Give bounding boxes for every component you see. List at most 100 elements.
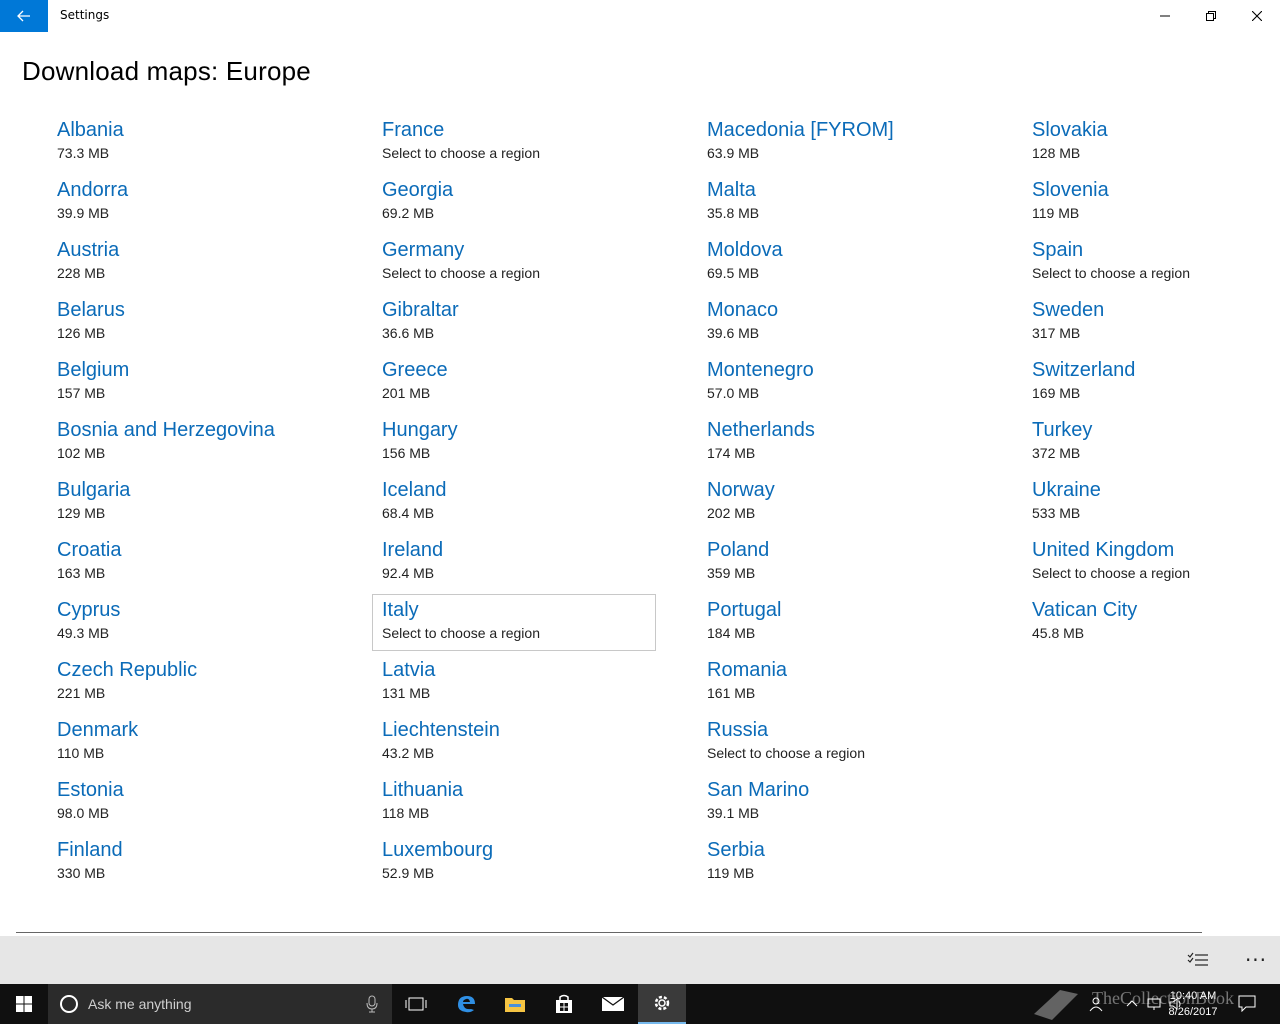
country-item[interactable]: Portugal 184 MB bbox=[697, 594, 1022, 654]
country-item[interactable]: Czech Republic 221 MB bbox=[47, 654, 372, 714]
country-name[interactable]: Latvia bbox=[382, 658, 687, 682]
country-item[interactable]: United Kingdom Select to choose a region bbox=[1022, 534, 1280, 594]
country-name[interactable]: Georgia bbox=[382, 178, 687, 202]
country-item[interactable]: Finland 330 MB bbox=[47, 834, 372, 894]
country-item[interactable]: Germany Select to choose a region bbox=[372, 234, 697, 294]
country-name[interactable]: Iceland bbox=[382, 478, 687, 502]
country-item[interactable]: Sweden 317 MB bbox=[1022, 294, 1280, 354]
country-name[interactable]: Belarus bbox=[57, 298, 362, 322]
country-name[interactable]: Slovakia bbox=[1032, 118, 1280, 142]
people-icon[interactable] bbox=[1088, 996, 1104, 1012]
country-name[interactable]: Moldova bbox=[707, 238, 1012, 262]
country-name[interactable]: Bosnia and Herzegovina bbox=[57, 418, 362, 442]
country-item[interactable]: Slovenia 119 MB bbox=[1022, 174, 1280, 234]
action-center-icon[interactable] bbox=[1238, 994, 1256, 1012]
settings-taskbar-button[interactable] bbox=[638, 984, 686, 1024]
country-name[interactable]: Italy bbox=[382, 598, 687, 622]
country-name[interactable]: Luxembourg bbox=[382, 838, 687, 862]
chevron-up-icon[interactable] bbox=[1126, 998, 1138, 1010]
start-button[interactable] bbox=[0, 984, 48, 1024]
country-item[interactable]: Cyprus 49.3 MB bbox=[47, 594, 372, 654]
mail-button[interactable] bbox=[589, 984, 637, 1024]
country-name[interactable]: San Marino bbox=[707, 778, 1012, 802]
select-button[interactable] bbox=[1180, 948, 1216, 972]
country-item[interactable]: Netherlands 174 MB bbox=[697, 414, 1022, 474]
country-item[interactable]: Croatia 163 MB bbox=[47, 534, 372, 594]
country-name[interactable]: Portugal bbox=[707, 598, 1012, 622]
search-input[interactable] bbox=[88, 996, 348, 1012]
country-item[interactable]: Bosnia and Herzegovina 102 MB bbox=[47, 414, 372, 474]
country-name[interactable]: Montenegro bbox=[707, 358, 1012, 382]
country-item[interactable]: Albania 73.3 MB bbox=[47, 114, 372, 174]
cortana-search-box[interactable] bbox=[48, 984, 392, 1024]
country-name[interactable]: Germany bbox=[382, 238, 687, 262]
country-name[interactable]: France bbox=[382, 118, 687, 142]
country-name[interactable]: Serbia bbox=[707, 838, 1012, 862]
country-name[interactable]: Turkey bbox=[1032, 418, 1280, 442]
country-item[interactable]: Hungary 156 MB bbox=[372, 414, 697, 474]
country-item[interactable]: Slovakia 128 MB bbox=[1022, 114, 1280, 174]
country-name[interactable]: Slovenia bbox=[1032, 178, 1280, 202]
country-item[interactable]: Gibraltar 36.6 MB bbox=[372, 294, 697, 354]
country-item[interactable]: Montenegro 57.0 MB bbox=[697, 354, 1022, 414]
country-item[interactable]: Lithuania 118 MB bbox=[372, 774, 697, 834]
restore-button[interactable] bbox=[1188, 0, 1234, 32]
country-name[interactable]: Greece bbox=[382, 358, 687, 382]
country-name[interactable]: Russia bbox=[707, 718, 1012, 742]
country-item[interactable]: Italy Select to choose a region bbox=[372, 594, 697, 654]
country-name[interactable]: Estonia bbox=[57, 778, 362, 802]
country-item[interactable]: Macedonia [FYROM] 63.9 MB bbox=[697, 114, 1022, 174]
country-item[interactable]: Turkey 372 MB bbox=[1022, 414, 1280, 474]
country-name[interactable]: Lithuania bbox=[382, 778, 687, 802]
country-item[interactable]: Belgium 157 MB bbox=[47, 354, 372, 414]
country-name[interactable]: Austria bbox=[57, 238, 362, 262]
country-name[interactable]: Romania bbox=[707, 658, 1012, 682]
country-item[interactable]: Ukraine 533 MB bbox=[1022, 474, 1280, 534]
country-name[interactable]: Albania bbox=[57, 118, 362, 142]
country-name[interactable]: Bulgaria bbox=[57, 478, 362, 502]
country-name[interactable]: Ukraine bbox=[1032, 478, 1280, 502]
country-item[interactable]: Poland 359 MB bbox=[697, 534, 1022, 594]
store-button[interactable] bbox=[540, 984, 588, 1024]
country-name[interactable]: Malta bbox=[707, 178, 1012, 202]
country-name[interactable]: Denmark bbox=[57, 718, 362, 742]
country-item[interactable]: Austria 228 MB bbox=[47, 234, 372, 294]
country-name[interactable]: Vatican City bbox=[1032, 598, 1280, 622]
country-item[interactable]: Belarus 126 MB bbox=[47, 294, 372, 354]
edge-button[interactable] bbox=[442, 984, 490, 1024]
country-item[interactable]: Greece 201 MB bbox=[372, 354, 697, 414]
country-name[interactable]: Belgium bbox=[57, 358, 362, 382]
minimize-button[interactable] bbox=[1142, 0, 1188, 32]
country-name[interactable]: Poland bbox=[707, 538, 1012, 562]
country-name[interactable]: Czech Republic bbox=[57, 658, 362, 682]
country-item[interactable]: Romania 161 MB bbox=[697, 654, 1022, 714]
country-item[interactable]: France Select to choose a region bbox=[372, 114, 697, 174]
microphone-icon[interactable] bbox=[366, 995, 378, 1013]
country-name[interactable]: Switzerland bbox=[1032, 358, 1280, 382]
more-options-button[interactable]: ··· bbox=[1238, 948, 1274, 972]
file-explorer-button[interactable] bbox=[491, 984, 539, 1024]
country-item[interactable]: Luxembourg 52.9 MB bbox=[372, 834, 697, 894]
country-item[interactable]: Andorra 39.9 MB bbox=[47, 174, 372, 234]
country-item[interactable]: Ireland 92.4 MB bbox=[372, 534, 697, 594]
taskbar-clock[interactable]: 10:40 AM 8/26/2017 bbox=[1160, 988, 1226, 1020]
country-item[interactable]: Serbia 119 MB bbox=[697, 834, 1022, 894]
country-name[interactable]: Croatia bbox=[57, 538, 362, 562]
country-item[interactable]: Liechtenstein 43.2 MB bbox=[372, 714, 697, 774]
country-name[interactable]: Sweden bbox=[1032, 298, 1280, 322]
close-button[interactable] bbox=[1234, 0, 1280, 32]
country-item[interactable]: Bulgaria 129 MB bbox=[47, 474, 372, 534]
country-item[interactable]: Georgia 69.2 MB bbox=[372, 174, 697, 234]
country-item[interactable]: San Marino 39.1 MB bbox=[697, 774, 1022, 834]
country-name[interactable]: Hungary bbox=[382, 418, 687, 442]
country-item[interactable]: Denmark 110 MB bbox=[47, 714, 372, 774]
country-item[interactable]: Malta 35.8 MB bbox=[697, 174, 1022, 234]
country-item[interactable]: Iceland 68.4 MB bbox=[372, 474, 697, 534]
country-item[interactable]: Moldova 69.5 MB bbox=[697, 234, 1022, 294]
country-item[interactable]: Latvia 131 MB bbox=[372, 654, 697, 714]
country-item[interactable]: Vatican City 45.8 MB bbox=[1022, 594, 1280, 654]
country-name[interactable]: Gibraltar bbox=[382, 298, 687, 322]
country-name[interactable]: Cyprus bbox=[57, 598, 362, 622]
task-view-button[interactable] bbox=[392, 984, 440, 1024]
country-item[interactable]: Russia Select to choose a region bbox=[697, 714, 1022, 774]
